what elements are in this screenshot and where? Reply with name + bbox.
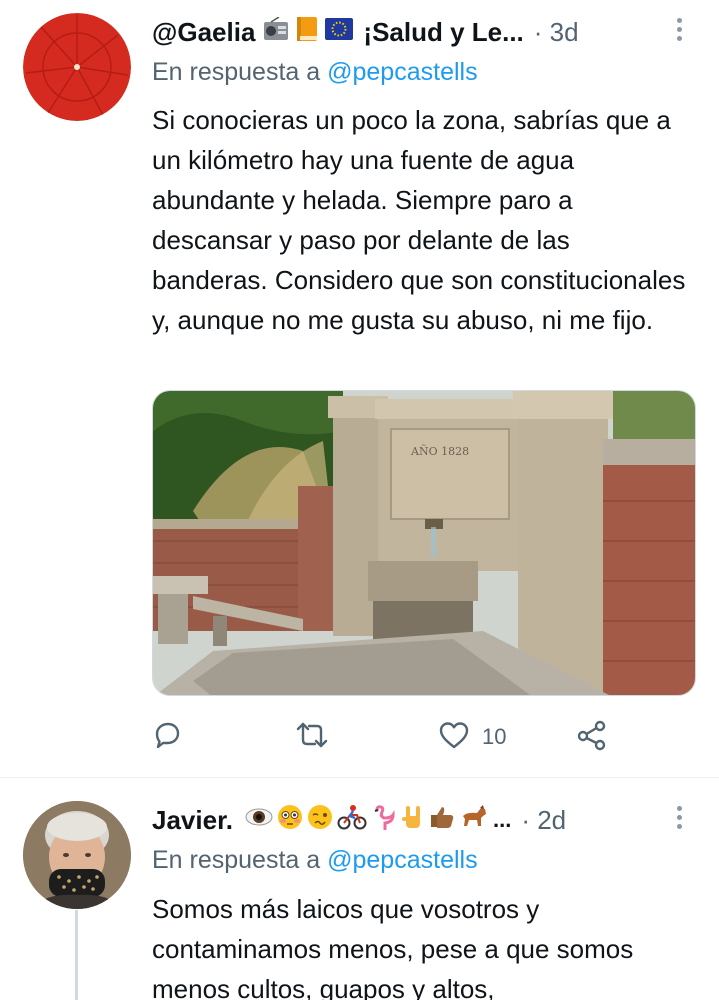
horse-icon (459, 804, 489, 837)
timestamp[interactable]: · 2d (521, 805, 566, 836)
reply-icon (152, 720, 182, 755)
display-name-suffix[interactable]: ... (493, 807, 511, 833)
display-name[interactable]: Javier. (152, 805, 233, 836)
orange-book-icon (295, 16, 319, 49)
tweet-header: Javier. ... · 2d (152, 800, 679, 840)
like-count: 10 (482, 724, 507, 749)
reply-context: En respuesta a @pepcastells (152, 846, 478, 875)
reply-prefix: En respuesta a (152, 846, 321, 874)
reply-context: En respuesta a @pepcastells (152, 58, 478, 87)
woozy-face-icon (307, 804, 333, 837)
share-icon (576, 719, 608, 756)
flushed-face-icon (277, 804, 303, 837)
eye-icon (245, 805, 273, 836)
tweet-javier[interactable]: Javier. ... · 2d En respuesta a @pepcast… (0, 778, 719, 1000)
thread-connector-line (75, 910, 78, 1000)
display-name[interactable]: @Gaelia (152, 17, 255, 48)
reply-handle-link[interactable]: @pepcastells (327, 58, 477, 86)
tweet-text: Somos más laicos que vosotros y contamin… (152, 894, 634, 1000)
thumbs-up-icon (429, 804, 455, 837)
reply-handle-link[interactable]: @pepcastells (327, 846, 477, 874)
retweet-button[interactable] (295, 717, 341, 757)
tweet-gaelia[interactable]: @Gaelia ¡Salud y Le... · 3d En respuesta… (0, 0, 719, 777)
fountain-inscription: AÑO 1828 (410, 444, 469, 458)
radio-icon (263, 15, 289, 48)
tweet-header: @Gaelia ¡Salud y Le... · 3d (152, 12, 679, 52)
heart-icon (438, 720, 470, 755)
like-button[interactable]: 10 (438, 717, 506, 757)
rock-hand-icon (401, 804, 425, 837)
avatar[interactable] (23, 801, 131, 909)
share-button[interactable] (576, 717, 608, 757)
display-name-suffix[interactable]: ¡Salud y Le... (363, 17, 523, 48)
avatar[interactable] (23, 13, 131, 121)
name-emojis: ... (245, 804, 511, 837)
reply-prefix: En respuesta a (152, 58, 321, 86)
timestamp[interactable]: · 3d (534, 17, 579, 48)
more-options-icon[interactable] (667, 14, 691, 44)
retweet-icon (295, 720, 329, 755)
tweet-text: Si conocieras un poco la zona, sabrías q… (152, 105, 686, 335)
flamingo-icon (371, 804, 397, 837)
name-emojis (263, 15, 354, 49)
cyclist-icon (337, 804, 367, 837)
eu-flag-icon (325, 17, 354, 48)
tweet-photo[interactable]: AÑO 1828 (152, 390, 696, 696)
more-options-icon[interactable] (667, 802, 691, 832)
tweet-actions: 10 (152, 717, 622, 757)
reply-button[interactable] (152, 717, 194, 757)
